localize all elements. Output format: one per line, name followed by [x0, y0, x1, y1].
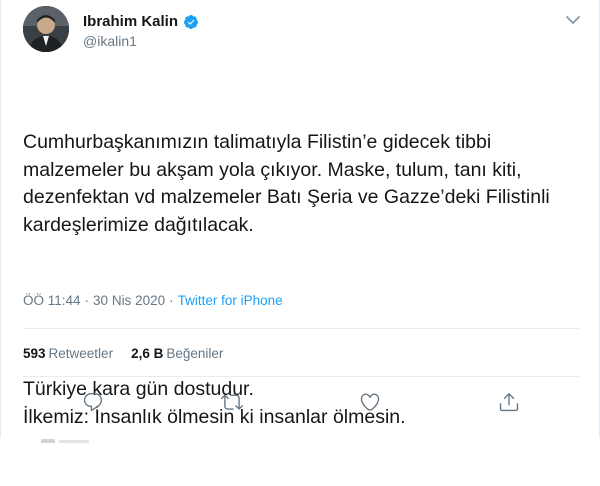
- likes-count: 2,6 B: [131, 346, 164, 361]
- tweet-paragraph: Cumhurbaşkanımızın talimatıyla Filistin’…: [23, 131, 556, 236]
- share-icon[interactable]: [497, 390, 521, 414]
- verified-badge-icon: [183, 14, 199, 30]
- tweet-source-link[interactable]: Twitter for iPhone: [178, 293, 283, 308]
- divider: [23, 328, 579, 329]
- tweet-meta: ÖÖ 11:44 · 30 Nis 2020 · Twitter for iPh…: [23, 293, 283, 308]
- like-icon[interactable]: [358, 390, 382, 414]
- author-handle[interactable]: @ikalin1: [83, 33, 137, 49]
- tweet-date[interactable]: 30 Nis 2020: [93, 293, 165, 308]
- retweets-count: 593: [23, 346, 46, 361]
- likes-label: Beğeniler: [166, 346, 224, 361]
- author-display-name[interactable]: Ibrahim Kalin: [83, 13, 178, 30]
- next-item-hint: [41, 430, 101, 443]
- meta-separator: ·: [169, 293, 174, 308]
- tweet-time[interactable]: ÖÖ 11:44: [23, 293, 81, 308]
- meta-separator: ·: [84, 293, 90, 308]
- divider: [23, 376, 579, 377]
- tweet-actions: [23, 390, 579, 414]
- retweets-label: Retweetler: [48, 346, 114, 361]
- reply-icon[interactable]: [81, 390, 105, 414]
- retweets-stat[interactable]: 593 Retweetler: [23, 346, 113, 361]
- chevron-down-icon[interactable]: [563, 12, 583, 28]
- avatar[interactable]: [23, 6, 69, 52]
- likes-stat[interactable]: 2,6 B Beğeniler: [131, 346, 223, 361]
- tweet-text: Cumhurbaşkanımızın talimatıyla Filistin’…: [23, 74, 583, 486]
- tweet-stats: 593 Retweetler 2,6 B Beğeniler: [23, 346, 223, 361]
- tweet-card: Ibrahim Kalin @ikalin1 Cumhurbaşkanımızı…: [0, 0, 600, 443]
- retweet-icon[interactable]: [220, 390, 244, 414]
- author-name-row: Ibrahim Kalin: [83, 13, 199, 30]
